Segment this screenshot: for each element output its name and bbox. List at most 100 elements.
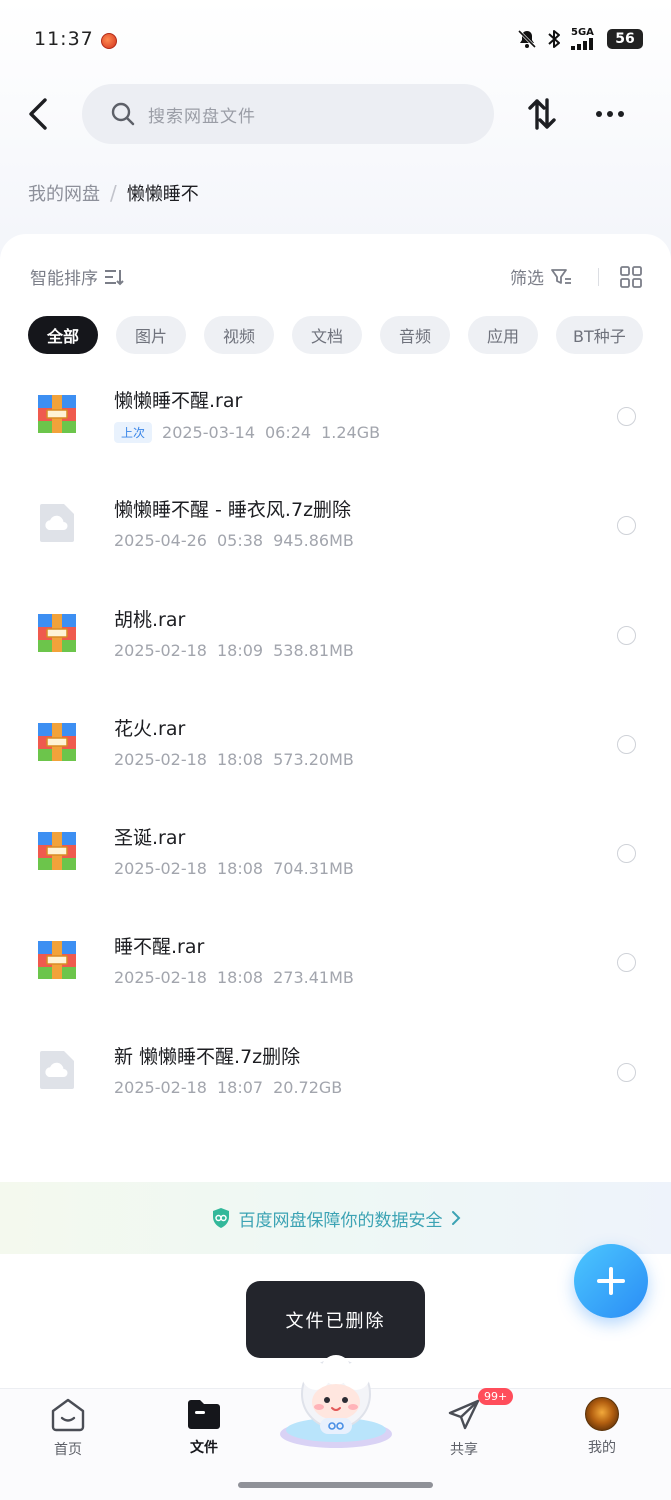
category-chips: 全部 图片 视频 文档 音频 应用 BT种子 — [28, 316, 643, 354]
filter-label: 筛选 — [510, 269, 544, 289]
file-meta: 2025-02-18 18:08 573.20MB — [114, 750, 354, 769]
avatar — [585, 1397, 619, 1431]
select-radio[interactable] — [617, 407, 636, 426]
mute-bell-icon — [517, 29, 537, 49]
last-opened-tag: 上次 — [114, 422, 153, 443]
home-icon — [50, 1397, 86, 1433]
file-name: 睡不醒.rar — [114, 936, 205, 959]
archive-icon — [38, 722, 76, 761]
grid-view-icon[interactable] — [619, 265, 643, 289]
sort-label: 智能排序 — [30, 269, 98, 289]
select-radio[interactable] — [617, 1062, 636, 1082]
file-size: 573.20MB — [273, 749, 354, 769]
select-radio[interactable] — [617, 625, 636, 645]
file-time: 18:08 — [216, 859, 264, 879]
chip-videos[interactable]: 视频 — [204, 316, 274, 354]
nav-share[interactable]: 共享 — [424, 1397, 504, 1458]
archive-icon — [38, 941, 76, 980]
toast-message: 文件已删除 — [246, 1281, 425, 1358]
search-input[interactable]: 搜索网盘文件 — [82, 84, 494, 144]
more-dot — [596, 111, 602, 117]
filter-icon — [551, 268, 571, 284]
toolbar-divider — [598, 268, 599, 286]
breadcrumb-current: 懒懒睡不 — [126, 184, 199, 205]
folder-icon — [186, 1397, 222, 1431]
file-row[interactable]: 花火.rar 2025-02-18 18:08 573.20MB — [0, 684, 671, 793]
archive-icon — [38, 832, 76, 871]
breadcrumb-root[interactable]: 我的网盘 — [28, 180, 100, 206]
more-dot — [618, 111, 624, 117]
file-time: 18:08 — [216, 968, 264, 988]
file-row[interactable]: 胡桃.rar 2025-02-18 18:09 538.81MB — [0, 575, 671, 684]
select-radio[interactable] — [617, 516, 636, 536]
app-notification-icon — [101, 33, 117, 49]
file-name: 圣诞.rar — [114, 827, 186, 850]
file-name: 懒懒睡不醒 - 睡衣风.7z删除 — [114, 499, 352, 522]
add-button[interactable] — [574, 1244, 648, 1318]
select-radio[interactable] — [617, 844, 636, 864]
file-panel: 智能排序 筛选 全部 图片 视频 文档 音频 应用 BT种子 懒懒睡不醒.rar… — [0, 234, 671, 1388]
file-size: 20.72GB — [273, 1077, 343, 1097]
mascot-icon[interactable] — [276, 1354, 396, 1450]
file-list: 懒懒睡不醒.rar 上次 2025-03-14 06:24 1.24GB 懒懒睡… — [0, 356, 671, 1121]
plus-icon — [597, 1267, 625, 1295]
file-row[interactable]: 懒懒睡不醒.rar 上次 2025-03-14 06:24 1.24GB — [0, 356, 671, 465]
archive-icon — [38, 613, 76, 652]
select-radio[interactable] — [617, 734, 636, 754]
chip-bt-torrents[interactable]: BT种子 — [556, 316, 643, 354]
file-name: 花火.rar — [114, 717, 186, 740]
file-row[interactable]: 圣诞.rar 2025-02-18 18:08 704.31MB — [0, 793, 671, 902]
file-meta: 2025-02-18 18:07 20.72GB — [114, 1078, 342, 1097]
file-row[interactable]: 睡不醒.rar 2025-02-18 18:08 273.41MB — [0, 902, 671, 1011]
back-button[interactable] — [20, 92, 56, 136]
network-label: 5GA — [571, 27, 594, 38]
search-placeholder: 搜索网盘文件 — [148, 106, 256, 127]
chip-apps[interactable]: 应用 — [468, 316, 538, 354]
file-name: 胡桃.rar — [114, 608, 186, 631]
file-name: 新 懒懒睡不醒.7z删除 — [114, 1045, 301, 1068]
search-icon — [111, 102, 135, 126]
filter-button[interactable]: 筛选 — [510, 264, 572, 289]
status-bar: 11:37 5GA 56 — [0, 22, 671, 62]
file-date: 2025-04-26 — [114, 531, 207, 551]
nav-profile-label: 我的 — [588, 1440, 616, 1456]
select-radio[interactable] — [617, 953, 636, 973]
file-size: 704.31MB — [273, 859, 354, 879]
sort-button[interactable]: 智能排序 — [30, 264, 124, 289]
chip-images[interactable]: 图片 — [116, 316, 186, 354]
file-row[interactable]: 懒懒睡不醒 - 睡衣风.7z删除 2025-04-26 05:38 945.86… — [0, 465, 671, 574]
sort-icon — [105, 269, 124, 285]
bluetooth-icon — [548, 30, 560, 48]
nav-files[interactable]: 文件 — [164, 1397, 244, 1457]
chip-documents[interactable]: 文档 — [292, 316, 362, 354]
status-icons: 5GA 56 — [517, 28, 643, 50]
nav-profile[interactable]: 我的 — [562, 1397, 642, 1457]
nav-home-label: 首页 — [54, 1442, 82, 1458]
file-size: 538.81MB — [273, 640, 354, 660]
breadcrumb-separator: / — [110, 181, 117, 205]
file-date: 2025-02-18 — [114, 859, 207, 879]
nav-home[interactable]: 首页 — [28, 1397, 108, 1458]
breadcrumb: 我的网盘 / 懒懒睡不 — [28, 180, 199, 206]
file-date: 2025-03-14 — [162, 423, 255, 442]
file-time: 18:08 — [216, 749, 264, 769]
file-time: 18:07 — [216, 1077, 264, 1097]
file-row[interactable]: 新 懒懒睡不醒.7z删除 2025-02-18 18:07 20.72GB — [0, 1012, 671, 1121]
file-toolbar: 智能排序 筛选 — [0, 264, 671, 292]
signal-icon — [571, 38, 593, 50]
status-time: 11:37 — [34, 28, 94, 50]
transfer-button[interactable] — [522, 94, 562, 134]
more-button[interactable] — [590, 94, 630, 134]
chip-all[interactable]: 全部 — [28, 316, 98, 354]
file-meta: 上次 2025-03-14 06:24 1.24GB — [114, 422, 380, 443]
file-date: 2025-02-18 — [114, 640, 207, 660]
file-time: 06:24 — [265, 423, 312, 442]
file-size: 945.86MB — [273, 531, 354, 551]
chip-audio[interactable]: 音频 — [380, 316, 450, 354]
cloud-file-icon — [40, 1050, 74, 1089]
security-banner[interactable]: 百度网盘保障你的数据安全 — [0, 1182, 671, 1254]
file-name: 懒懒睡不醒.rar — [114, 390, 243, 412]
battery-indicator: 56 — [607, 29, 643, 49]
file-meta: 2025-02-18 18:08 704.31MB — [114, 859, 354, 878]
file-meta: 2025-02-18 18:09 538.81MB — [114, 641, 354, 660]
